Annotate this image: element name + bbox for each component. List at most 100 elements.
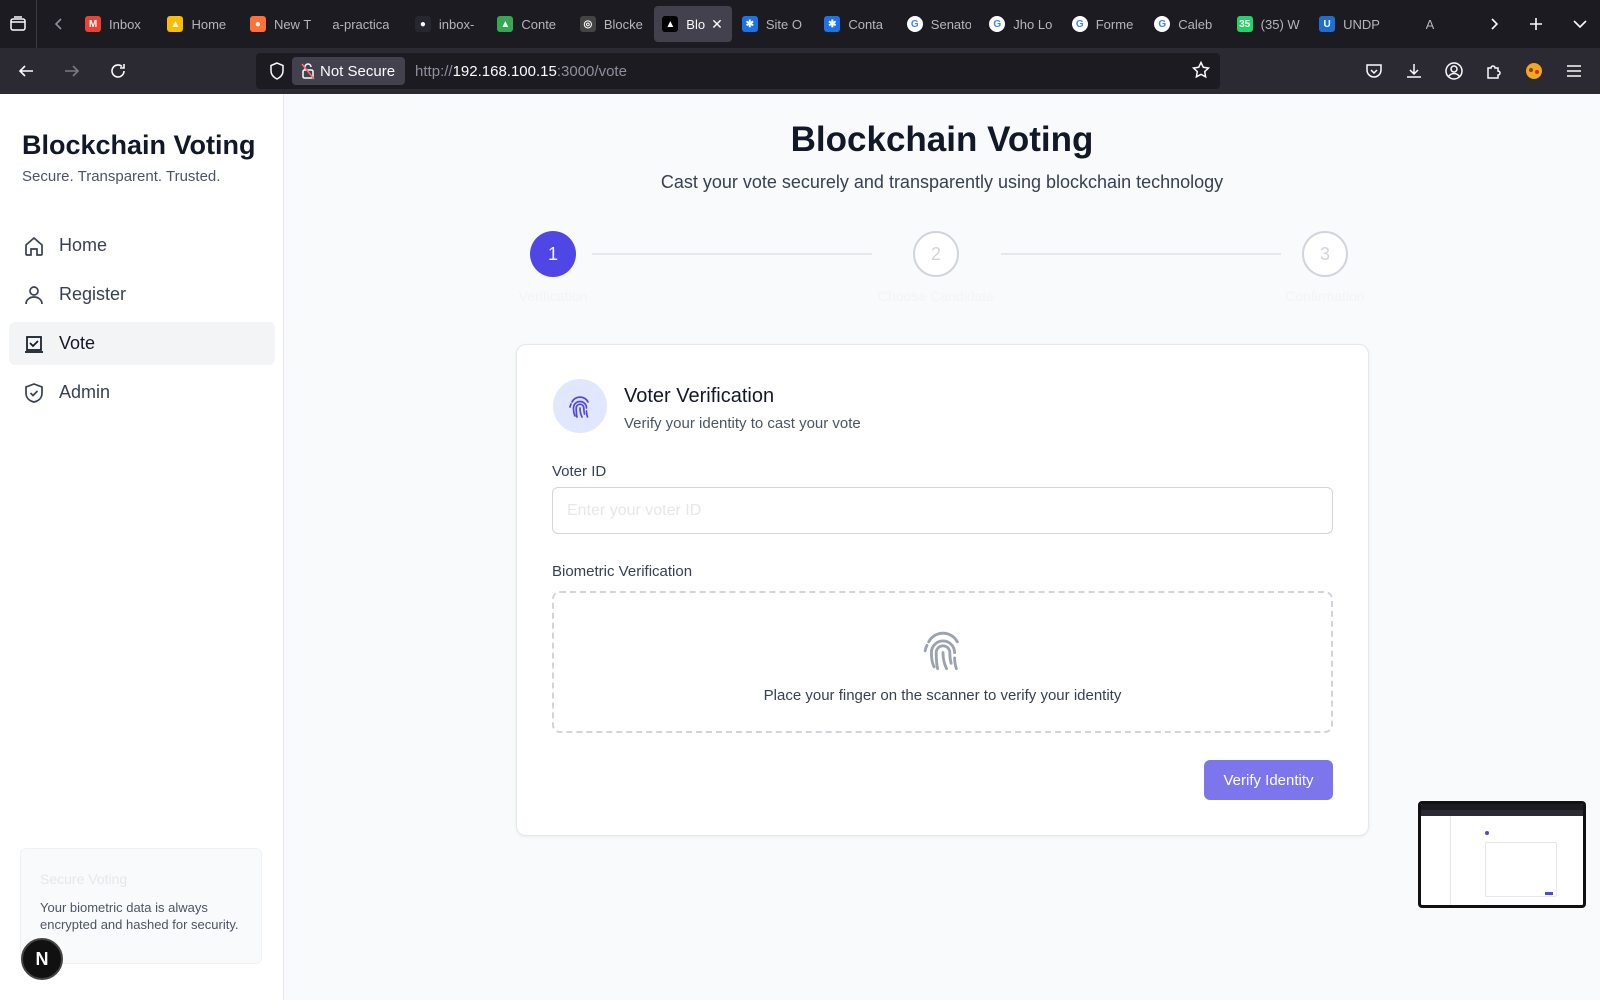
tab-title: UNDP: [1343, 16, 1380, 32]
sidebar-item-register[interactable]: Register: [9, 273, 275, 316]
browser-tab[interactable]: M Inbox: [77, 6, 157, 42]
sidebar-item-admin[interactable]: Admin: [9, 371, 275, 414]
browser-tab[interactable]: G Senato: [899, 6, 979, 42]
undp-icon: U: [1319, 16, 1336, 32]
browser-tab[interactable]: ◎ Blocke: [572, 6, 652, 42]
browser-tab[interactable]: G Jho Lo: [981, 6, 1061, 42]
browser-tab[interactable]: ▲ Home: [159, 6, 239, 42]
extension-avatar-icon[interactable]: [1514, 51, 1554, 91]
dev-tools-badge[interactable]: N: [21, 938, 63, 980]
extensions-icon[interactable]: [1474, 51, 1514, 91]
voter-verification-card: Voter Verification Verify your identity …: [516, 344, 1369, 836]
sidebar-menu: Home Register Vote Admin: [9, 224, 275, 420]
sidebar: Blockchain Voting Secure. Transparent. T…: [0, 94, 284, 1000]
sidebar-item-vote[interactable]: Vote: [9, 322, 275, 365]
card-title: Voter Verification: [624, 385, 775, 407]
tab-title: Inbox: [109, 16, 141, 32]
browser-tab[interactable]: G Caleb: [1146, 6, 1226, 42]
not-secure-label: Not Secure: [320, 62, 396, 80]
forward-icon[interactable]: [52, 51, 92, 91]
fingerprint-scanner-icon: [918, 623, 968, 680]
scanner-instructions: Place your finger on the scanner to veri…: [763, 687, 1122, 704]
browser-tab[interactable]: A: [1394, 6, 1474, 42]
thumbnail-step-dot: [1485, 831, 1489, 835]
sidebar-item-label: Vote: [59, 333, 96, 353]
leaf-icon: [1401, 16, 1418, 32]
tab-title: Blocke: [603, 16, 643, 32]
step-connector: [592, 253, 872, 255]
browser-tab[interactable]: ▲ Conte: [489, 6, 569, 42]
tab-title: New T: [273, 16, 312, 32]
browser-tab[interactable]: 35 (35) W: [1229, 6, 1309, 42]
github-icon: ●: [414, 16, 431, 32]
tab-title: A: [1425, 16, 1435, 32]
not-secure-badge[interactable]: Not Secure: [292, 57, 406, 85]
close-tab-icon[interactable]: ✕: [711, 16, 723, 33]
thumbnail-button: [1545, 892, 1553, 895]
browser-tab[interactable]: a-practica: [324, 6, 404, 42]
sidebar-item-home[interactable]: Home: [9, 224, 275, 267]
whatsapp-icon: 35: [1236, 16, 1253, 32]
tab-title: inbox-: [438, 16, 475, 32]
list-all-tabs-icon[interactable]: [1560, 0, 1600, 48]
snowflake-icon: ✱: [741, 16, 758, 32]
tab-title: Senato: [930, 16, 972, 32]
browser-tab[interactable]: ▲ Blo ✕: [654, 6, 732, 42]
drive-icon: ▲: [497, 16, 514, 32]
voter-id-input[interactable]: [552, 487, 1333, 534]
browser-tab-bar: M Inbox ▲ Home ● New T a-practica ● inbox- ▲ Conte…: [0, 0, 1600, 48]
tab-scroll-right-icon[interactable]: [1476, 0, 1512, 48]
url-text[interactable]: http://192.168.100.15:3000/vote: [415, 63, 627, 80]
tab-title: Forme: [1095, 16, 1134, 32]
tab-overview-icon[interactable]: [0, 0, 36, 48]
shield-check-icon: [25, 382, 43, 403]
user-icon: [25, 285, 43, 304]
back-icon[interactable]: [6, 51, 46, 91]
url-host: 192.168.100.15: [452, 62, 557, 80]
tab-title: a-practica: [332, 16, 390, 32]
browser-tab[interactable]: ✱ Site O: [734, 6, 814, 42]
voter-id-label: Voter ID: [552, 463, 607, 480]
tab-scroll-left-icon[interactable]: [41, 0, 77, 48]
step-1-label: Verification: [518, 288, 588, 304]
tab-title: Site O: [765, 16, 802, 32]
pocket-icon[interactable]: [1354, 51, 1394, 91]
tab-title: Conta: [848, 16, 884, 32]
tab-title: Jho Lo: [1013, 16, 1053, 32]
screenshot-thumbnail[interactable]: [1418, 801, 1586, 908]
downloads-icon[interactable]: [1394, 51, 1434, 91]
gmail-icon: M: [85, 16, 101, 32]
browser-tab[interactable]: U UNDP: [1311, 6, 1391, 42]
toolbar-right: [1354, 48, 1600, 94]
account-icon[interactable]: [1434, 51, 1474, 91]
browser-nav-bar: Not Secure http://192.168.100.15:3000/vo…: [0, 48, 1600, 94]
step-3-circle: 3: [1302, 231, 1348, 277]
verify-identity-button[interactable]: Verify Identity: [1204, 760, 1333, 800]
google-icon: G: [906, 16, 923, 32]
thumbnail-sidebar: [1421, 816, 1451, 905]
tab-title: Caleb: [1178, 16, 1213, 32]
openai-icon: ◎: [579, 16, 596, 32]
bookmark-star-icon[interactable]: [1191, 60, 1211, 84]
browser-tab[interactable]: ● inbox-: [407, 6, 487, 42]
tracking-protection-icon[interactable]: [262, 62, 292, 80]
page-title: Blockchain Voting: [790, 120, 1094, 159]
vote-icon: [25, 335, 43, 353]
address-bar[interactable]: Not Secure http://192.168.100.15:3000/vo…: [256, 53, 1220, 89]
tab-title: Conte: [521, 16, 557, 32]
browser-tab[interactable]: ● New T: [242, 6, 322, 42]
url-prefix: http://: [415, 62, 453, 80]
step-2-circle: 2: [913, 231, 959, 277]
tab-title: Blo: [686, 16, 706, 32]
sidebar-item-label: Register: [59, 284, 127, 304]
reload-icon[interactable]: [98, 51, 138, 91]
brand-title: Blockchain Voting: [22, 130, 256, 160]
app-menu-icon[interactable]: [1554, 51, 1594, 91]
fingerprint-scanner[interactable]: Place your finger on the scanner to veri…: [552, 591, 1333, 733]
sidebar-item-label: Admin: [59, 382, 111, 402]
vercel-icon: ▲: [662, 16, 679, 32]
new-tab-icon[interactable]: [1512, 0, 1560, 48]
browser-tab[interactable]: ✱ Conta: [816, 6, 896, 42]
firefox-icon: ●: [249, 16, 266, 32]
browser-tab[interactable]: G Forme: [1064, 6, 1144, 42]
